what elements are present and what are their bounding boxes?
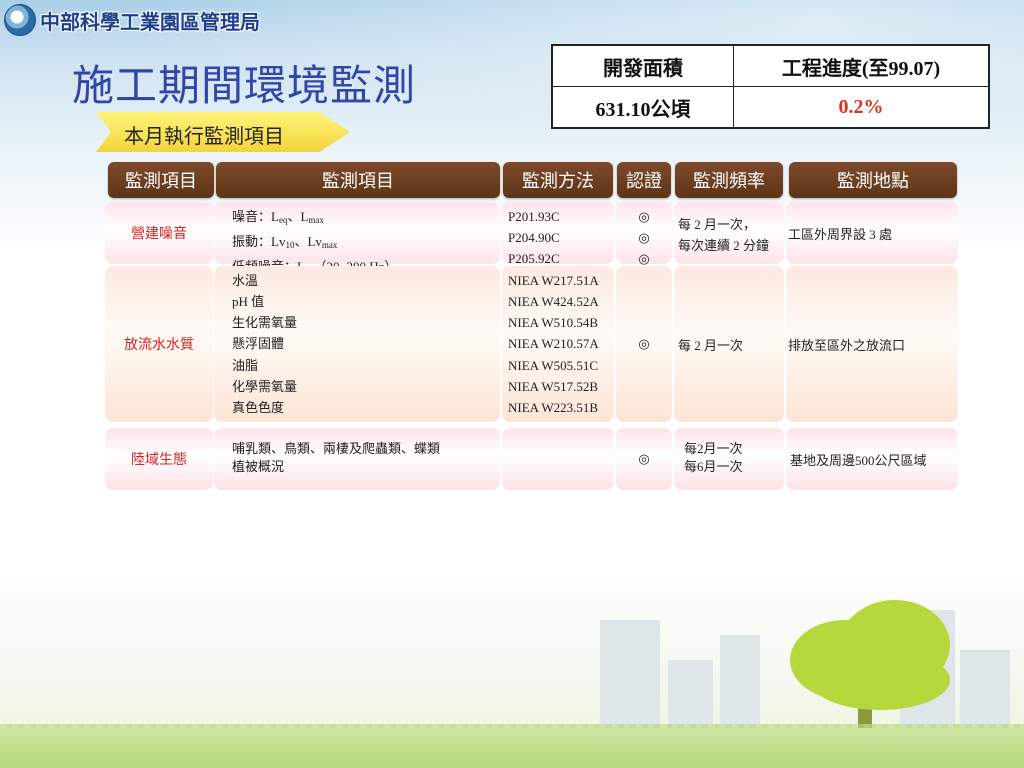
progress-value: 0.2% (733, 86, 990, 129)
list-item: 生化需氧量 (232, 315, 298, 331)
list-item: 油脂 (232, 357, 259, 373)
method-code: NIEA W210.57A (508, 336, 599, 352)
col-header-items: 監測項目 (216, 162, 500, 198)
method-code: P201.93C (508, 209, 560, 224)
list-item: 噪音：Leq、Lmax (232, 209, 324, 225)
frequency-line: 每次連續 2 分鐘 (678, 238, 770, 253)
ecology-cert: ◎ (616, 428, 672, 490)
noise-items: 噪音：Leq、Lmax 振動：Lv10、Lvmax 低頻噪音：Leq（20~20… (214, 202, 500, 275)
noise-frequency: 每 2 月一次， 每次連續 2 分鐘 (674, 202, 784, 264)
col-header-cert: 認證 (617, 162, 671, 198)
water-location: 排放至區外之放流口 (786, 266, 958, 422)
list-item: pH 值 (232, 294, 265, 310)
grass-ground (0, 728, 1024, 768)
building-silhouette (600, 620, 660, 730)
list-item: 振動：Lv10、Lvmax (232, 234, 338, 250)
frequency-line: 每 2 月一次， (678, 217, 757, 232)
summary-table: 開發面積 工程進度(至99.07) 631.10公頃 0.2% (551, 44, 990, 129)
ecology-methods (502, 428, 614, 490)
org-logo: 中部科學工業園區管理局 (4, 4, 260, 36)
noise-methods: P201.93C P204.90C P205.92C (502, 202, 614, 266)
location-text: 排放至區外之放流口 (788, 337, 906, 353)
progress-header: 工程進度(至99.07) (733, 44, 990, 87)
frequency-line: 每6月一次 (684, 459, 743, 474)
method-code: NIEA W223.51B (508, 399, 599, 415)
tree-crown (810, 650, 950, 710)
list-item: 懸浮固體 (232, 336, 285, 352)
category-ecology: 陸域生態 (105, 428, 213, 490)
noise-location: 工區外周界設 3 處 (786, 202, 958, 264)
method-code: NIEA W517.52B (508, 378, 599, 394)
method-code: NIEA W510.54B (508, 315, 599, 331)
cert-mark: ◎ (638, 230, 650, 245)
page-title: 施工期間環境監測 (72, 64, 417, 110)
org-name: 中部科學工業園區管理局 (40, 11, 260, 34)
col-header-location: 監測地點 (789, 162, 957, 198)
col-header-frequency: 監測頻率 (675, 162, 783, 198)
col-header-category: 監測項目 (108, 162, 214, 198)
cert-mark: ◎ (638, 209, 650, 224)
ecology-frequency: 每2月一次 每6月一次 (674, 428, 784, 490)
building-silhouette (668, 660, 713, 730)
list-item: 水溫 (232, 273, 259, 288)
location-text: 基地及周邊500公尺區域 (790, 452, 927, 468)
section-banner: 本月執行監測項目 (96, 112, 350, 152)
area-header: 開發面積 (551, 44, 734, 87)
location-text: 工區外周界設 3 處 (788, 226, 893, 242)
building-silhouette (720, 635, 760, 730)
method-code: NIEA W505.51C (508, 357, 599, 373)
method-code: NIEA W424.52A (508, 294, 599, 310)
list-item: 植被概況 (232, 459, 285, 474)
org-emblem-icon (4, 4, 36, 36)
list-item: 哺乳類、鳥類、兩棲及爬蟲類、蝶類 (232, 441, 441, 456)
list-item: 化學需氧量 (232, 378, 298, 394)
method-code: P204.90C (508, 230, 560, 245)
banner-label: 本月執行監測項目 (124, 126, 284, 148)
list-item: 真色色度 (232, 399, 285, 415)
water-items: 水溫 pH 值 生化需氧量 懸浮固體 油脂 化學需氧量 真色色度 (214, 266, 500, 422)
water-frequency: 每 2 月一次 (674, 266, 784, 422)
frequency-line: 每2月一次 (684, 441, 743, 456)
category-water: 放流水水質 (105, 266, 213, 422)
ecology-items: 哺乳類、鳥類、兩棲及爬蟲類、蝶類 植被概況 (214, 428, 500, 490)
method-code: NIEA W217.51A (508, 273, 599, 288)
noise-certs: ◎ ◎ ◎ (616, 202, 672, 266)
category-noise: 營建噪音 (105, 202, 213, 264)
ecology-location: 基地及周邊500公尺區域 (786, 428, 958, 490)
water-cert: ◎ (616, 266, 672, 422)
col-header-method: 監測方法 (503, 162, 613, 198)
frequency-line: 每 2 月一次 (678, 337, 744, 353)
area-value: 631.10公頃 (551, 86, 734, 129)
water-methods: NIEA W217.51A NIEA W424.52A NIEA W510.54… (502, 266, 614, 422)
building-silhouette (960, 650, 1010, 730)
